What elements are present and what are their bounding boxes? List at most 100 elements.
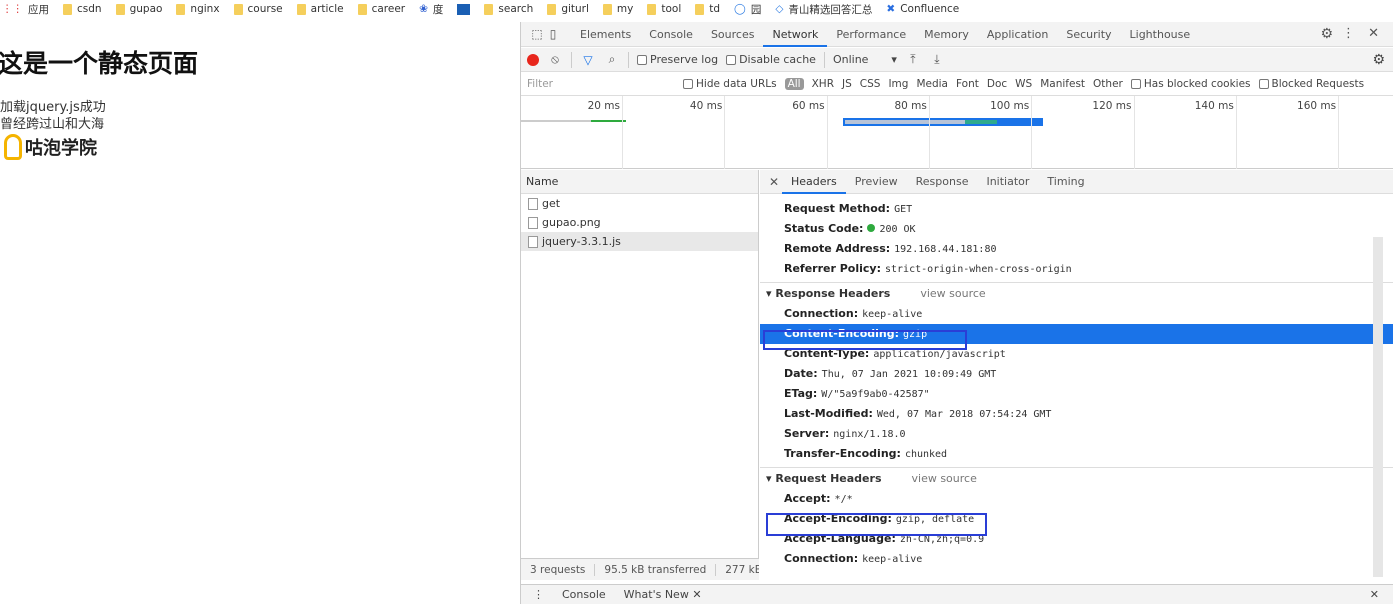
request-headers-section[interactable]: ▾ Request Headers view source	[760, 467, 1393, 489]
details-scrollbar[interactable]	[1373, 237, 1383, 577]
bookmark-10[interactable]: giturl	[547, 3, 589, 15]
header-name: Request Method:	[784, 202, 891, 215]
header-row[interactable]: Transfer-Encoding: chunked	[760, 444, 1393, 464]
bookmark-13[interactable]: td	[695, 3, 720, 15]
header-value: keep-alive	[862, 309, 923, 320]
preserve-log-checkbox[interactable]: Preserve log	[637, 53, 718, 66]
upload-icon[interactable]: ⤒	[905, 52, 921, 67]
search-icon[interactable]: ⌕	[604, 52, 620, 67]
detail-tab-headers[interactable]: Headers	[782, 170, 846, 194]
drawer-menu-icon[interactable]: ⋮	[533, 588, 544, 601]
bookmark-6[interactable]: career	[357, 3, 405, 15]
bookmark-1[interactable]: csdn	[63, 3, 102, 15]
settings-gear-icon[interactable]: ⚙	[1320, 26, 1333, 42]
device-toolbar-icon[interactable]: ▯	[545, 27, 561, 41]
filter-type-font[interactable]: Font	[956, 78, 979, 90]
bookmark-8[interactable]	[457, 3, 471, 15]
inspect-icon[interactable]: ⬚	[529, 27, 545, 41]
header-row[interactable]: Request Method: GET	[760, 199, 1393, 219]
network-settings-icon[interactable]: ⚙	[1372, 52, 1385, 68]
filter-type-all[interactable]: All	[784, 78, 804, 90]
has-blocked-cookies-checkbox[interactable]: Has blocked cookies	[1130, 78, 1251, 90]
filter-type-xhr[interactable]: XHR	[812, 78, 834, 90]
header-row[interactable]: Connection: keep-alive	[760, 549, 1393, 569]
timeline-tick: 60 ms	[726, 96, 828, 169]
tab-lighthouse[interactable]: Lighthouse	[1121, 22, 1200, 47]
request-row[interactable]: get	[521, 194, 758, 213]
bookmark-11[interactable]: my	[602, 3, 633, 15]
request-row[interactable]: gupao.png	[521, 213, 758, 232]
bookmark-14[interactable]: ◯ 园	[734, 2, 761, 17]
header-row[interactable]: Server: nginx/1.18.0	[760, 424, 1393, 444]
tab-network[interactable]: Network	[763, 22, 828, 47]
tab-sources[interactable]: Sources	[702, 22, 764, 47]
clear-icon[interactable]: ⦸	[547, 52, 563, 67]
detail-tab-initiator[interactable]: Initiator	[977, 170, 1038, 194]
blocked-requests-checkbox[interactable]: Blocked Requests	[1258, 78, 1364, 90]
filter-type-doc[interactable]: Doc	[987, 78, 1007, 90]
bookmark-7[interactable]: ❀ 度	[419, 2, 443, 17]
header-row[interactable]: Date: Thu, 07 Jan 2021 10:09:49 GMT	[760, 364, 1393, 384]
filter-type-manifest[interactable]: Manifest	[1040, 78, 1085, 90]
bookmark-12[interactable]: tool	[647, 3, 681, 15]
close-tab-icon[interactable]: ✕	[692, 588, 701, 601]
filter-type-img[interactable]: Img	[888, 78, 908, 90]
hide-data-urls-checkbox[interactable]: Hide data URLs	[683, 78, 777, 90]
bookmark-0[interactable]: ⋮⋮ 应用	[2, 2, 49, 17]
bookmark-2[interactable]: gupao	[115, 3, 163, 15]
close-drawer-icon[interactable]: ✕	[1370, 588, 1379, 601]
name-column-header[interactable]: Name	[521, 170, 758, 194]
drawer-tab-whats-new[interactable]: What's New ✕	[624, 588, 702, 601]
tab-console[interactable]: Console	[640, 22, 702, 47]
filter-type-css[interactable]: CSS	[860, 78, 881, 90]
filter-type-media[interactable]: Media	[916, 78, 948, 90]
record-icon[interactable]	[527, 53, 539, 66]
view-source-link[interactable]: view source	[920, 287, 985, 300]
drawer-tab-console[interactable]: Console	[562, 588, 606, 601]
header-row[interactable]: Remote Address: 192.168.44.181:80	[760, 239, 1393, 259]
more-options-icon[interactable]: ⋮	[1342, 26, 1355, 41]
header-row[interactable]: Last-Modified: Wed, 07 Mar 2018 07:54:24 …	[760, 404, 1393, 424]
filter-type-js[interactable]: JS	[842, 78, 852, 90]
close-details-icon[interactable]: ✕	[766, 175, 782, 189]
bookmark-15[interactable]: ◇ 青山精选回答汇总	[775, 2, 872, 17]
header-row[interactable]: Accept: */*	[760, 489, 1393, 509]
throttle-select[interactable]: Online ▾	[833, 53, 897, 66]
timeline-overview[interactable]: 20 ms 40 ms 60 ms 80 ms 100 ms 120 ms 140 ms 16…	[521, 96, 1393, 169]
detail-tab-timing[interactable]: Timing	[1038, 170, 1093, 194]
header-name: Remote Address:	[784, 242, 891, 255]
filter-type-ws[interactable]: WS	[1015, 78, 1032, 90]
apps-grid-icon: ⋮⋮	[2, 3, 23, 15]
bookmark-9[interactable]: search	[484, 3, 533, 15]
detail-tab-preview[interactable]: Preview	[846, 170, 907, 194]
disable-cache-checkbox[interactable]: Disable cache	[726, 53, 816, 66]
request-name: gupao.png	[542, 216, 601, 229]
tab-performance[interactable]: Performance	[827, 22, 915, 47]
filter-input[interactable]: Filter	[525, 74, 675, 94]
request-list: Name get gupao.png jquery-3.3.1.js	[521, 170, 759, 580]
close-devtools-icon[interactable]: ✕	[1368, 26, 1379, 41]
view-source-link[interactable]: view source	[912, 472, 977, 485]
bookmark-label: 青山精选回答汇总	[788, 3, 873, 16]
tab-security[interactable]: Security	[1057, 22, 1120, 47]
header-row[interactable]: Status Code: 200 OK	[760, 219, 1393, 239]
header-name: Server:	[784, 427, 830, 440]
tab-memory[interactable]: Memory	[915, 22, 978, 47]
baidu-icon: ❀	[419, 3, 428, 15]
bookmark-16[interactable]: ✖ Confluence	[886, 3, 959, 15]
header-row[interactable]: Referrer Policy: strict-origin-when-cross…	[760, 259, 1393, 279]
response-headers-section[interactable]: ▾ Response Headers view source	[760, 282, 1393, 304]
bookmark-3[interactable]: nginx	[176, 3, 220, 15]
header-row[interactable]: Connection: keep-alive	[760, 304, 1393, 324]
bookmark-5[interactable]: article	[296, 3, 344, 15]
tab-application[interactable]: Application	[978, 22, 1057, 47]
request-row[interactable]: jquery-3.3.1.js	[521, 232, 758, 251]
bookmark-label: gupao	[129, 3, 163, 15]
filter-type-other[interactable]: Other	[1093, 78, 1123, 90]
bookmark-4[interactable]: course	[233, 3, 283, 15]
filter-icon[interactable]: ▽	[580, 53, 596, 67]
download-icon[interactable]: ⤓	[929, 52, 945, 67]
detail-tab-response[interactable]: Response	[907, 170, 978, 194]
header-row[interactable]: ETag: W/"5a9f9ab0-42587"	[760, 384, 1393, 404]
tab-elements[interactable]: Elements	[571, 22, 640, 47]
